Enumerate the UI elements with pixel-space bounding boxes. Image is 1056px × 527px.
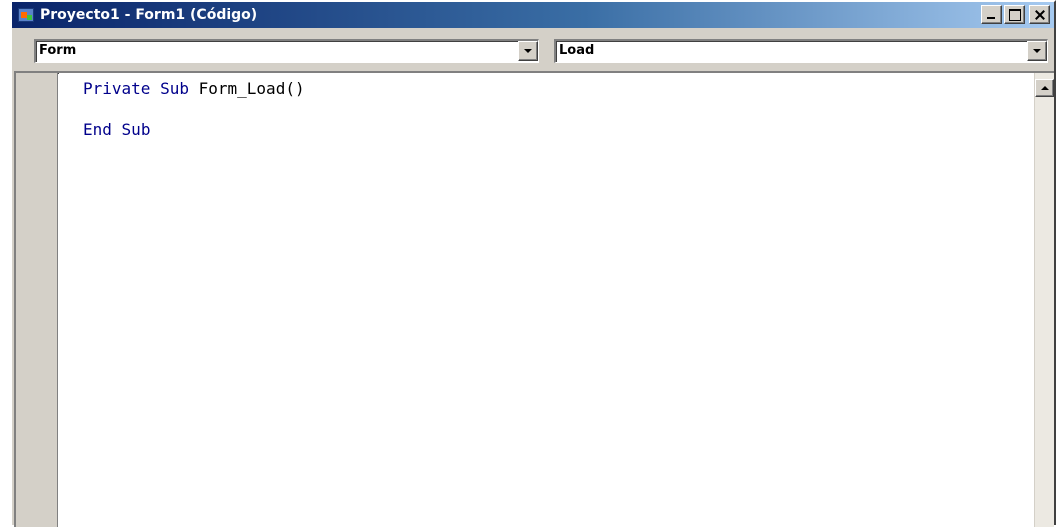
chevron-down-icon[interactable] <box>518 41 538 61</box>
minimize-button[interactable] <box>981 5 1002 24</box>
window-title: Proyecto1 - Form1 (Código) <box>40 7 258 23</box>
code-keyword: Private <box>83 79 151 98</box>
code-keyword: Sub <box>160 79 189 98</box>
object-dropdown[interactable]: Form <box>34 39 539 63</box>
code-editor: Private Sub Form_Load() End Sub <box>14 71 1054 527</box>
close-button[interactable] <box>1029 5 1050 24</box>
maximize-button[interactable] <box>1004 5 1025 24</box>
title-bar[interactable]: Proyecto1 - Form1 (Código) <box>12 2 1054 28</box>
code-line-end-sub[interactable]: End Sub <box>83 121 150 139</box>
procedure-dropdown-value: Load <box>559 43 595 58</box>
margin-indicator-bar[interactable] <box>16 73 58 527</box>
procedure-dropdown[interactable]: Load <box>554 39 1048 63</box>
code-procedure-name: Form_Load() <box>198 79 305 98</box>
scroll-up-arrow-icon[interactable] <box>1035 79 1054 97</box>
code-window: Proyecto1 - Form1 (Código) Form Load Pri… <box>10 0 1056 527</box>
code-keyword: Sub <box>121 120 151 139</box>
vertical-scrollbar[interactable] <box>1034 73 1054 527</box>
object-dropdown-value: Form <box>39 43 77 58</box>
code-line-sub-declaration[interactable]: Private Sub Form_Load() <box>83 80 305 98</box>
vb-project-icon[interactable] <box>18 8 34 22</box>
code-keyword: End <box>83 120 112 139</box>
code-text-area[interactable]: Private Sub Form_Load() End Sub <box>59 73 1034 527</box>
window-controls <box>981 5 1050 24</box>
chevron-down-icon[interactable] <box>1027 41 1047 61</box>
